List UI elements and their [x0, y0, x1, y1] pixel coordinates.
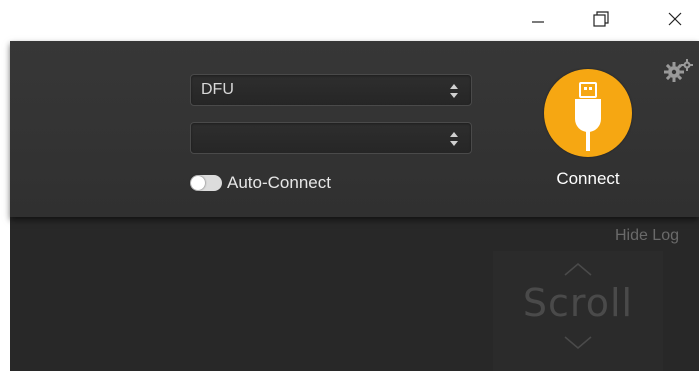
restore-button[interactable]: [577, 0, 623, 41]
scroll-label: Scroll: [522, 281, 634, 325]
usb-plug-icon: [575, 82, 601, 151]
auto-connect-label[interactable]: Auto-Connect: [227, 173, 331, 193]
minimize-icon: [532, 21, 544, 23]
scroll-control[interactable]: Scroll: [493, 251, 663, 371]
window-titlebar: [0, 0, 699, 41]
close-icon: [668, 12, 682, 26]
chevron-up-icon: [564, 263, 592, 276]
connection-header: DFU Auto-Connect Connect: [10, 41, 699, 217]
port-select-value: DFU: [201, 81, 234, 98]
chevron-down-icon: [564, 336, 592, 349]
connect-button[interactable]: [544, 69, 632, 157]
connect-label: Connect: [556, 169, 620, 188]
hide-log-link[interactable]: Hide Log: [615, 227, 679, 245]
updown-arrows-icon: [450, 84, 458, 98]
port-select[interactable]: DFU: [190, 74, 472, 106]
close-button[interactable]: [653, 0, 699, 41]
minimize-button[interactable]: [515, 0, 561, 41]
baud-select[interactable]: [190, 122, 472, 154]
gears-icon[interactable]: [663, 59, 695, 83]
app-window: DFU Auto-Connect Connect Hide Log Scroll: [10, 41, 699, 371]
toggle-knob: [191, 176, 205, 190]
updown-arrows-icon: [450, 132, 458, 146]
restore-icon: [593, 11, 609, 27]
auto-connect-toggle[interactable]: [190, 175, 222, 191]
